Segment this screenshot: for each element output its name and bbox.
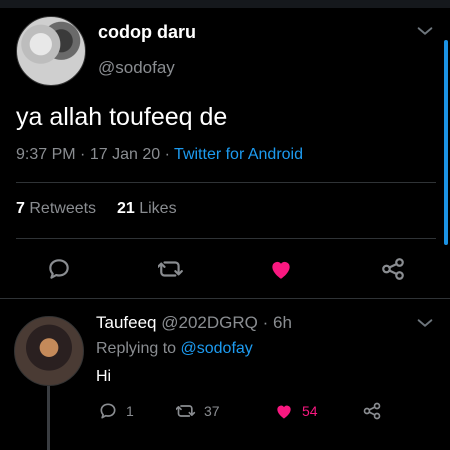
top-bar [0, 0, 450, 8]
reply-action-share[interactable] [362, 396, 382, 426]
share-icon[interactable] [362, 401, 382, 421]
avatar[interactable] [16, 16, 86, 86]
tweet-actions [0, 248, 450, 288]
replying-to-label: Replying to [96, 340, 177, 357]
reply-actions: 1 37 54 [0, 396, 450, 426]
reply-text: Hi [96, 368, 112, 385]
divider [16, 238, 436, 239]
tweet-source-app[interactable]: Twitter for Android [174, 146, 303, 163]
replying-to: Replying to @sodofay [96, 340, 253, 358]
divider [0, 298, 450, 299]
like-icon[interactable] [268, 256, 294, 282]
retweets-label: Retweets [29, 200, 97, 217]
separator: · [80, 146, 86, 163]
reply-author-handle[interactable]: @202DGRQ [161, 313, 258, 332]
divider [16, 182, 436, 183]
reply-count: 1 [126, 403, 134, 419]
chevron-down-icon[interactable] [414, 312, 436, 334]
share-icon[interactable] [380, 256, 406, 282]
likes-label: Likes [139, 200, 177, 217]
reply-author-name[interactable]: Taufeeq [96, 313, 157, 332]
likes-stat[interactable]: 21 Likes [117, 200, 177, 217]
author-name[interactable]: codop daru [98, 22, 196, 43]
like-icon[interactable] [274, 401, 294, 421]
reply-action-retweet[interactable]: 37 [176, 396, 220, 426]
scrollbar[interactable] [444, 40, 448, 245]
tweet-stats: 7 Retweets 21 Likes [16, 200, 177, 218]
separator: · [164, 146, 170, 163]
reply-age: 6h [273, 313, 292, 332]
like-count: 54 [302, 403, 318, 419]
reply-header: Taufeeq @202DGRQ · 6h [96, 313, 292, 333]
tweet-date: 17 Jan 20 [89, 146, 161, 163]
tweet-text: ya allah toufeeq de [16, 103, 228, 131]
reply-icon[interactable] [98, 401, 118, 421]
retweets-stat[interactable]: 7 Retweets [16, 200, 101, 217]
retweets-count: 7 [16, 200, 25, 217]
reply-action-reply[interactable]: 1 [98, 396, 134, 426]
tweet-meta: 9:37 PM · 17 Jan 20 · Twitter for Androi… [16, 146, 303, 164]
reply-icon[interactable] [46, 256, 72, 282]
replying-to-handle[interactable]: @sodofay [181, 340, 253, 357]
retweet-icon[interactable] [176, 401, 196, 421]
reply-action-like[interactable]: 54 [274, 396, 318, 426]
likes-count: 21 [116, 200, 135, 217]
retweet-count: 37 [204, 403, 220, 419]
chevron-down-icon[interactable] [414, 20, 436, 42]
separator: · [262, 313, 269, 332]
avatar[interactable] [14, 316, 84, 386]
retweet-icon[interactable] [158, 256, 184, 282]
tweet-time: 9:37 PM [16, 146, 76, 163]
author-handle[interactable]: @sodofay [98, 58, 175, 78]
